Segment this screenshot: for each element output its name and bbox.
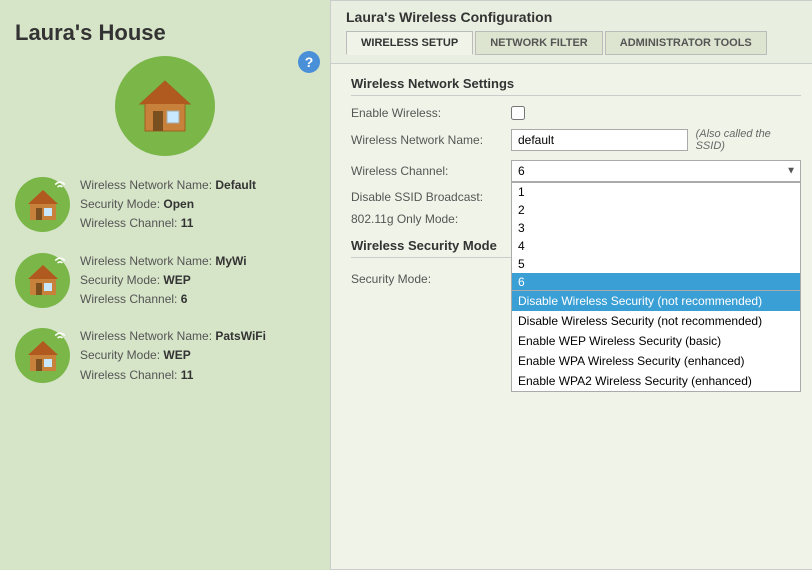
disable-ssid-label: Disable SSID Broadcast: <box>351 190 511 204</box>
channel-option-5[interactable]: 5 <box>512 255 800 273</box>
house-small-icon-3 <box>24 337 62 375</box>
80211g-label: 802.11g Only Mode: <box>351 212 511 226</box>
network-icon-wrap-1 <box>15 177 70 232</box>
channel-option-2[interactable]: 2 <box>512 201 800 219</box>
network-item-3: Wireless Network Name: PatsWiFi Security… <box>15 327 315 385</box>
channel-option-4[interactable]: 4 <box>512 237 800 255</box>
security-option-5[interactable]: Enable WPA2 Wireless Security (enhanced) <box>512 371 800 391</box>
house-icon <box>135 76 195 136</box>
enable-wireless-checkbox[interactable] <box>511 106 525 120</box>
channel-option-3[interactable]: 3 <box>512 219 800 237</box>
network-name-row: Wireless Network Name: (Also called the … <box>351 128 801 152</box>
security-option-3[interactable]: Enable WEP Wireless Security (basic) <box>512 331 800 351</box>
ssid-hint: (Also called the SSID) <box>696 128 801 152</box>
channel-dropdown[interactable]: 6 ▼ 1 2 3 4 5 6 7 8 9 10 11 <box>511 160 801 182</box>
left-panel: Laura's House ? <box>0 0 330 570</box>
page-title: Laura's House <box>15 20 315 46</box>
right-panel: Laura's Wireless Configuration WIRELESS … <box>330 0 812 570</box>
tab-administrator-tools[interactable]: ADMINISTRATOR TOOLS <box>605 31 767 55</box>
enable-wireless-row: Enable Wireless: <box>351 106 801 120</box>
enable-wireless-label: Enable Wireless: <box>351 106 511 120</box>
wireless-channel-label: Wireless Channel: <box>351 160 511 178</box>
wireless-channel-control: 6 ▼ 1 2 3 4 5 6 7 8 9 10 11 <box>511 160 801 182</box>
channel-option-1[interactable]: 1 <box>512 183 800 201</box>
wireless-settings-title: Wireless Network Settings <box>351 76 801 96</box>
network-icon-wrap-2 <box>15 253 70 308</box>
house-small-icon-1 <box>24 186 62 224</box>
network-item-2: Wireless Network Name: MyWi Security Mod… <box>15 252 315 310</box>
enable-wireless-control <box>511 106 801 120</box>
network-item-1: Wireless Network Name: Default Security … <box>15 176 315 234</box>
wifi-circle-2 <box>15 253 70 308</box>
tab-wireless-setup[interactable]: WIRELESS SETUP <box>346 31 473 55</box>
house-icon-container: ? <box>15 56 315 156</box>
network-name-input[interactable] <box>511 129 688 151</box>
security-option-2[interactable]: Disable Wireless Security (not recommend… <box>512 311 800 331</box>
channel-selected-value: 6 <box>518 164 525 178</box>
channel-dropdown-arrow: ▼ <box>786 166 796 177</box>
network-info-1: Wireless Network Name: Default Security … <box>80 176 256 234</box>
channel-option-6[interactable]: 6 <box>512 273 800 291</box>
info-badge[interactable]: ? <box>298 51 320 73</box>
security-option-1[interactable]: Disable Wireless Security (not recommend… <box>512 291 800 311</box>
panel-body: Wireless Network Settings Enable Wireles… <box>331 64 812 569</box>
channel-selected[interactable]: 6 ▼ <box>511 160 801 182</box>
network-icon-wrap-3 <box>15 328 70 383</box>
network-info-3: Wireless Network Name: PatsWiFi Security… <box>80 327 266 385</box>
wifi-icon-3 <box>52 330 68 342</box>
wireless-channel-row: Wireless Channel: 6 ▼ 1 2 3 4 5 6 7 <box>351 160 801 182</box>
wifi-icon-2 <box>52 255 68 267</box>
panel-title: Laura's Wireless Configuration <box>346 9 806 25</box>
security-option-4[interactable]: Enable WPA Wireless Security (enhanced) <box>512 351 800 371</box>
network-name-label: Wireless Network Name: <box>351 133 511 147</box>
house-circle <box>115 56 215 156</box>
panel-header: Laura's Wireless Configuration WIRELESS … <box>331 1 812 64</box>
wifi-circle-3 <box>15 328 70 383</box>
wifi-circle-1 <box>15 177 70 232</box>
tabs-container: WIRELESS SETUP NETWORK FILTER ADMINISTRA… <box>346 31 806 55</box>
security-mode-label: Security Mode: <box>351 268 511 286</box>
tab-network-filter[interactable]: NETWORK FILTER <box>475 31 603 55</box>
wifi-icon-1 <box>52 179 68 191</box>
network-info-2: Wireless Network Name: MyWi Security Mod… <box>80 252 247 310</box>
house-small-icon-2 <box>24 261 62 299</box>
network-name-control: (Also called the SSID) <box>511 128 801 152</box>
security-dropdown-list: Disable Wireless Security (not recommend… <box>511 290 801 392</box>
